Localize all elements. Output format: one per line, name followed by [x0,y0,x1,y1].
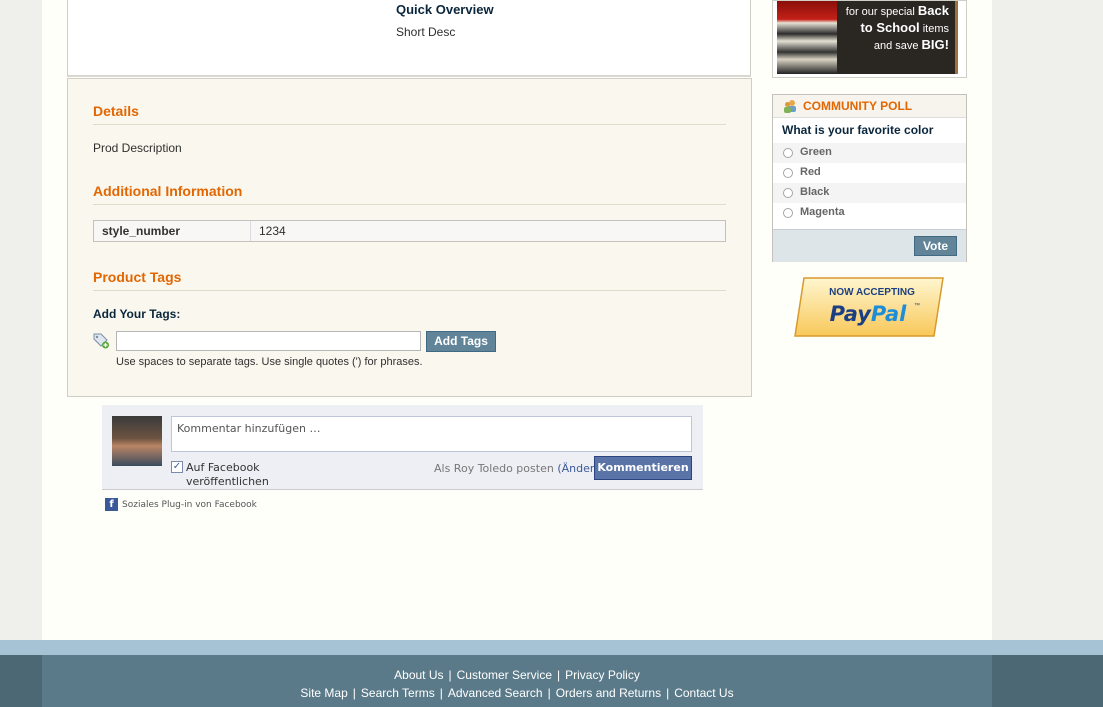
avatar [112,416,162,466]
separator: | [547,686,551,700]
separator: | [352,686,356,700]
back-to-school-image: for our special Back to School items and… [777,1,958,74]
poll-option-label: Magenta [800,206,845,218]
divider [93,124,726,125]
divider [93,204,726,205]
footer-link-site-map[interactable]: Site Map [300,686,347,700]
poll-footer: Vote [773,229,966,262]
promo-text-6: BIG! [921,37,949,52]
poll-option[interactable]: Green [773,143,966,163]
promo-text-4: items [919,23,949,35]
community-poll: COMMUNITY POLL What is your favorite col… [772,94,967,262]
attribute-label: style_number [94,221,251,241]
poll-option-label: Black [800,186,830,198]
comment-input[interactable]: Kommentar hinzufügen … [171,416,692,452]
paypal-pay: Pay [830,302,873,326]
poll-option[interactable]: Red [773,163,966,183]
radio-button[interactable] [783,208,793,218]
footer-link-contact-us[interactable]: Contact Us [674,686,733,700]
footer-link-about-us[interactable]: About Us [394,668,443,682]
separator: | [439,686,443,700]
comment-submit-button[interactable]: Kommentieren [594,456,692,480]
additional-info-heading: Additional Information [93,183,243,199]
details-heading: Details [93,103,139,119]
page-side-right [992,0,1103,640]
poll-option[interactable]: Black [773,183,966,203]
radio-button[interactable] [783,188,793,198]
footer-link-search-terms[interactable]: Search Terms [361,686,435,700]
short-description: Short Desc [396,25,456,39]
posting-as-text: Als Roy Toledo posten [434,462,554,475]
footer-links-row-1: About Us | Customer Service | Privacy Policy [42,668,992,682]
product-tags-heading: Product Tags [93,269,182,285]
footer-link-orders-returns[interactable]: Orders and Returns [556,686,661,700]
footer-links-row-2: Site Map | Search Terms | Advanced Search | Or… [42,686,992,700]
users-icon [784,100,796,113]
attributes-table: style_number 1234 [93,220,726,242]
separator: | [448,668,452,682]
promo-text: for our special Back to School items and… [846,3,949,54]
attribute-value: 1234 [259,224,286,238]
divider [93,290,726,291]
promo-banner[interactable]: for our special Back to School items and… [772,0,967,78]
post-to-facebook-checkbox[interactable]: ✓ [171,461,183,473]
paypal-line1: NOW ACCEPTING [829,287,915,298]
add-tags-label: Add Your Tags: [93,307,181,321]
promo-text-5: and save [873,40,922,52]
post-to-facebook-label: Auf Facebook veröffentlichen [186,461,269,488]
paypal-badge[interactable]: NOW ACCEPTING PayPal ™ [794,277,944,337]
vote-button[interactable]: Vote [914,236,957,256]
facebook-comments: Kommentar hinzufügen … ✓ Auf Facebook ve… [102,405,703,515]
poll-header: COMMUNITY POLL [773,95,966,118]
promo-text-2: Back [917,3,949,18]
poll-option-label: Red [800,166,821,178]
page-side-left [0,0,42,640]
promo-text-3: to School [860,20,920,35]
footer: About Us | Customer Service | Privacy Policy… [0,655,1103,707]
promo-text-1: for our special [845,6,918,18]
paypal-logo: PayPal [830,302,907,326]
poll-title: COMMUNITY POLL [803,99,913,113]
tag-input[interactable] [116,331,421,351]
radio-button[interactable] [783,148,793,158]
tag-add-icon [93,333,109,349]
facebook-icon: f [105,498,118,511]
product-description: Prod Description [93,141,182,155]
poll-option-label: Green [800,146,832,158]
posting-as: Als Roy Toledo posten (Ändern) [434,462,605,475]
add-tags-button[interactable]: Add Tags [426,331,496,352]
quick-overview-heading: Quick Overview [396,2,494,17]
poll-question: What is your favorite color [782,123,934,137]
paypal-tm: ™ [914,302,920,309]
social-plugin-text: Soziales Plug-in von Facebook [122,500,257,510]
footer-link-customer-service[interactable]: Customer Service [457,668,552,682]
footer-link-advanced-search[interactable]: Advanced Search [448,686,543,700]
poll-option[interactable]: Magenta [773,203,966,223]
separator: | [557,668,561,682]
paypal-pal: Pal [871,302,907,326]
product-collateral: Details Prod Description Additional Info… [67,78,752,397]
separator: | [666,686,670,700]
footer-link-privacy-policy[interactable]: Privacy Policy [565,668,640,682]
footer-band [0,640,1103,655]
radio-button[interactable] [783,168,793,178]
comment-composer: Kommentar hinzufügen … ✓ Auf Facebook ve… [102,405,703,490]
social-plugin-label[interactable]: f Soziales Plug-in von Facebook [105,498,257,512]
footer-inner: About Us | Customer Service | Privacy Policy… [42,655,992,707]
books-apple-image [777,1,837,74]
tag-hint: Use spaces to separate tags. Use single … [116,356,423,368]
